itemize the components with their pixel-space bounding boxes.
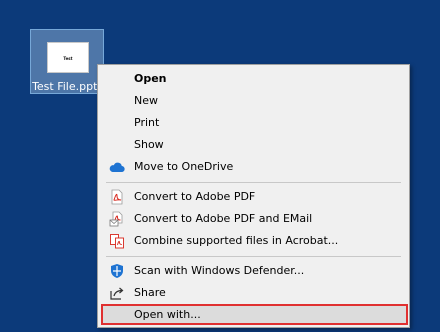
adobe-pdf-email-icon <box>109 211 123 227</box>
acrobat-combine-icon <box>110 234 124 249</box>
menu-item-label: Convert to Adobe PDF and EMail <box>134 212 313 225</box>
windows-defender-icon <box>111 264 123 278</box>
menu-item-print[interactable]: Print <box>98 112 409 134</box>
menu-item-label: Move to OneDrive <box>134 160 234 173</box>
menu-item-scan-windows-defender[interactable]: Scan with Windows Defender... <box>98 260 409 282</box>
share-icon <box>110 287 124 300</box>
menu-item-label: Convert to Adobe PDF <box>134 190 256 203</box>
menu-item-show[interactable]: Show <box>98 134 409 156</box>
menu-separator <box>106 182 401 183</box>
onedrive-cloud-icon <box>109 162 125 173</box>
menu-item-convert-to-adobe-pdf-email[interactable]: Convert to Adobe PDF and EMail <box>98 208 409 230</box>
pptx-thumbnail: Test <box>47 42 89 73</box>
menu-item-label: New <box>134 94 158 107</box>
menu-item-open-with[interactable]: Open with... <box>101 304 408 325</box>
menu-item-move-to-onedrive[interactable]: Move to OneDrive <box>98 156 409 178</box>
menu-item-convert-to-adobe-pdf[interactable]: Convert to Adobe PDF <box>98 186 409 208</box>
menu-item-label: Show <box>134 138 164 151</box>
menu-item-label: Combine supported files in Acrobat... <box>134 234 339 247</box>
desktop-file-icon[interactable]: Test Test File.pptx <box>30 29 104 94</box>
desktop-file-name: Test File.pptx <box>32 80 104 93</box>
menu-item-share[interactable]: Share <box>98 282 409 304</box>
menu-item-label: Print <box>134 116 160 129</box>
menu-item-new[interactable]: New <box>98 90 409 112</box>
menu-item-label: Scan with Windows Defender... <box>134 264 305 277</box>
menu-item-combine-in-acrobat[interactable]: Combine supported files in Acrobat... <box>98 230 409 252</box>
menu-item-label: Open <box>134 72 167 85</box>
adobe-pdf-icon <box>111 189 123 205</box>
menu-item-label: Open with... <box>134 308 201 321</box>
menu-item-label: Share <box>134 286 166 299</box>
context-menu: Open New Print Show Move to OneDrive Con… <box>97 64 410 328</box>
menu-separator <box>106 256 401 257</box>
menu-item-open[interactable]: Open <box>98 68 409 90</box>
